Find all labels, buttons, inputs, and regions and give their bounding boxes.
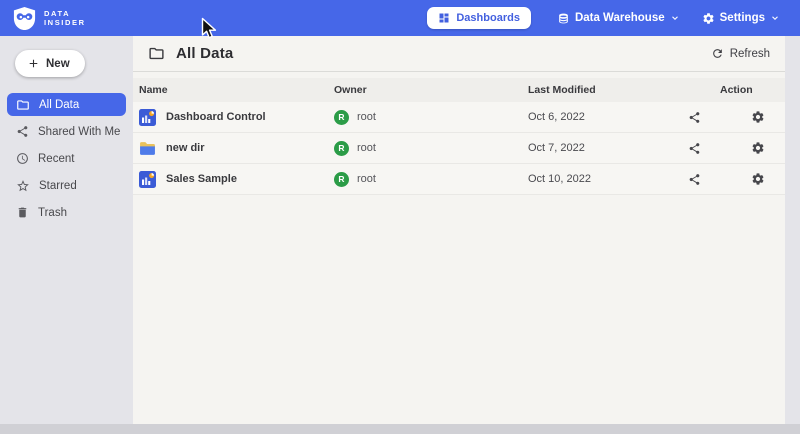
- folder-icon: [148, 45, 165, 62]
- column-header-action: Action: [688, 84, 785, 96]
- page-header: All Data Refresh: [133, 36, 785, 72]
- data-warehouse-label: Data Warehouse: [575, 12, 665, 24]
- sidebar-item-label: Shared With Me: [38, 126, 120, 138]
- logo-line2: INSIDER: [44, 18, 86, 27]
- new-button-label: New: [46, 58, 70, 70]
- settings-action-button[interactable]: [751, 141, 765, 155]
- sidebar-item-label: Trash: [38, 207, 67, 219]
- dashboards-label: Dashboards: [456, 12, 520, 24]
- file-name: new dir: [166, 142, 205, 154]
- column-header-last-modified: Last Modified: [528, 84, 688, 96]
- column-header-owner: Owner: [334, 84, 528, 96]
- last-modified: Oct 6, 2022: [528, 111, 688, 123]
- app-logo[interactable]: DATA INSIDER: [12, 6, 86, 31]
- share-icon: [688, 111, 701, 124]
- refresh-button[interactable]: Refresh: [711, 47, 770, 60]
- new-button[interactable]: New: [15, 50, 85, 77]
- data-warehouse-menu[interactable]: Data Warehouse: [557, 12, 680, 25]
- table-row[interactable]: Sales Sample R root Oct 10, 2022: [133, 164, 785, 195]
- owl-logo-icon: [12, 6, 37, 31]
- sidebar-item-all-data[interactable]: All Data: [7, 93, 126, 116]
- file-name: Dashboard Control: [166, 111, 266, 123]
- sidebar-item-shared-with-me[interactable]: Shared With Me: [7, 120, 126, 143]
- logo-line1: DATA: [44, 9, 86, 18]
- share-action-button[interactable]: [688, 142, 701, 155]
- star-icon: [16, 179, 30, 193]
- owner-name: root: [357, 142, 376, 154]
- last-modified: Oct 7, 2022: [528, 142, 688, 154]
- share-icon: [16, 125, 29, 138]
- plus-icon: [27, 57, 40, 70]
- refresh-label: Refresh: [730, 48, 770, 60]
- sidebar-item-label: All Data: [39, 99, 79, 111]
- settings-label: Settings: [720, 12, 765, 24]
- share-icon: [688, 173, 701, 186]
- file-name: Sales Sample: [166, 173, 237, 185]
- content-panel: All Data Refresh Name Owner Last Modifie…: [133, 36, 785, 424]
- sidebar-item-trash[interactable]: Trash: [7, 201, 126, 224]
- dashboards-button[interactable]: Dashboards: [427, 7, 531, 29]
- sidebar-item-label: Recent: [38, 153, 74, 165]
- folder-file-icon: [139, 140, 156, 157]
- dashboard-file-icon: [139, 109, 156, 126]
- page-title: All Data: [176, 45, 233, 62]
- trash-icon: [16, 206, 29, 219]
- sidebar-item-label: Starred: [39, 180, 77, 192]
- table-row[interactable]: new dir R root Oct 7, 2022: [133, 133, 785, 164]
- owner-badge: R: [334, 141, 349, 156]
- folder-icon: [16, 98, 30, 112]
- settings-action-button[interactable]: [751, 172, 765, 186]
- top-navbar: DATA INSIDER Dashboards Data Warehouse S…: [0, 0, 800, 36]
- share-action-button[interactable]: [688, 173, 701, 186]
- sidebar: New All Data Shared With Me Recent Starr…: [0, 36, 133, 424]
- gear-icon: [751, 110, 765, 124]
- settings-menu[interactable]: Settings: [702, 12, 780, 25]
- sidebar-item-recent[interactable]: Recent: [7, 147, 126, 170]
- dashboard-file-icon: [139, 171, 156, 188]
- sidebar-item-starred[interactable]: Starred: [7, 174, 126, 197]
- gear-icon: [751, 141, 765, 155]
- column-header-name: Name: [139, 84, 334, 96]
- logo-text: DATA INSIDER: [44, 9, 86, 27]
- owner-name: root: [357, 111, 376, 123]
- settings-action-button[interactable]: [751, 110, 765, 124]
- chevron-down-icon: [770, 13, 780, 23]
- database-icon: [557, 12, 570, 25]
- share-action-button[interactable]: [688, 111, 701, 124]
- clock-icon: [16, 152, 29, 165]
- last-modified: Oct 10, 2022: [528, 173, 688, 185]
- owner-badge: R: [334, 110, 349, 125]
- table-header: Name Owner Last Modified Action: [133, 78, 785, 102]
- refresh-icon: [711, 47, 724, 60]
- table-row[interactable]: Dashboard Control R root Oct 6, 2022: [133, 102, 785, 133]
- gear-icon: [702, 12, 715, 25]
- sidebar-nav: All Data Shared With Me Recent Starred T…: [0, 93, 133, 224]
- gear-icon: [751, 172, 765, 186]
- owner-name: root: [357, 173, 376, 185]
- share-icon: [688, 142, 701, 155]
- dashboard-icon: [438, 12, 450, 24]
- bottom-strip: [0, 424, 800, 434]
- data-table: Name Owner Last Modified Action Dashboar…: [133, 78, 785, 195]
- chevron-down-icon: [670, 13, 680, 23]
- owner-badge: R: [334, 172, 349, 187]
